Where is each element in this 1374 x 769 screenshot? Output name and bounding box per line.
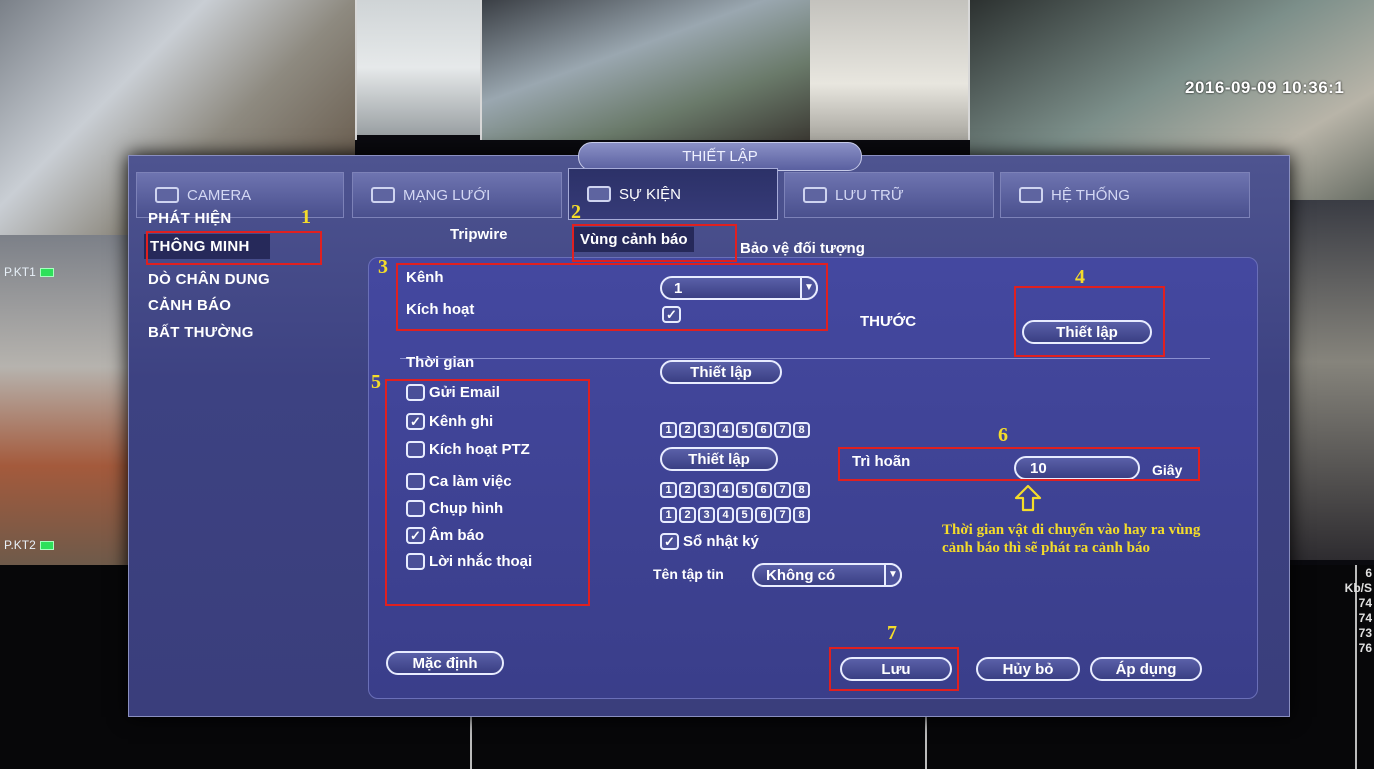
event-icon [587,186,611,202]
annotation-box-1 [146,231,322,265]
annotation-marker: 3 [378,256,388,278]
recording-icon [39,540,54,550]
grid-divider [925,715,927,769]
apply-button[interactable]: Áp dụng [1090,657,1202,681]
tour-channel-selector: 1 2 3 4 5 6 7 8 [660,482,810,498]
tab-storage[interactable]: LƯU TRỮ [784,172,994,218]
grid-divider [968,0,970,140]
channel-number[interactable]: 6 [755,507,772,523]
channel-number[interactable]: 6 [755,482,772,498]
camera-feed-3 [480,0,810,140]
subtab-tripwire[interactable]: Tripwire [450,226,508,243]
section-divider [400,358,1210,359]
annotation-marker: 2 [571,201,581,223]
grid-divider [355,0,357,140]
tab-label: HỆ THỐNG [1051,186,1130,204]
storage-icon [803,187,827,203]
sidemenu-item-abnormal[interactable]: BẤT THƯỜNG [148,324,254,341]
tab-label: SỰ KIỆN [619,185,681,203]
annotation-box-2 [572,224,737,262]
bandwidth-readout: 6 Kb/S 74 74 73 76 [1344,566,1372,655]
subtab-object-protection[interactable]: Bảo vệ đối tượng [740,240,865,257]
channel-number[interactable]: 1 [660,422,677,438]
grid-divider [470,715,472,769]
dialog-title: THIẾT LẬP [578,142,862,171]
ptz-setup-button[interactable]: Thiết lập [660,447,778,471]
file-value: Không có [766,567,836,584]
tab-label: CAMERA [187,186,252,204]
record-channel-selector: 1 2 3 4 5 6 7 8 [660,422,810,438]
default-button[interactable]: Mặc định [386,651,504,675]
channel-number[interactable]: 4 [717,507,734,523]
cancel-button[interactable]: Hủy bỏ [976,657,1080,681]
channel-number[interactable]: 5 [736,422,753,438]
channel-number[interactable]: 3 [698,507,715,523]
grid-divider [480,0,482,140]
annotation-box-5 [385,379,590,606]
tab-events[interactable]: SỰ KIỆN [568,168,778,220]
channel-number[interactable]: 8 [793,482,810,498]
camera-label: P.KT1 [4,265,54,279]
channel-number[interactable]: 5 [736,482,753,498]
sidemenu-item-face-detect[interactable]: DÒ CHÂN DUNG [148,271,270,288]
channel-number[interactable]: 8 [793,422,810,438]
tab-network[interactable]: MẠNG LƯỚI [352,172,562,218]
annotation-note: Thời gian vật di chuyển vào hay ra vùng … [942,522,1201,556]
log-option[interactable]: ✓ Sổ nhật ký [660,533,759,550]
channel-number[interactable]: 7 [774,507,791,523]
channel-number[interactable]: 7 [774,482,791,498]
channel-number[interactable]: 2 [679,422,696,438]
annotation-marker: 6 [998,424,1008,446]
up-arrow-icon [1014,484,1042,512]
annotation-box-6 [838,447,1200,481]
annotation-box-7 [829,647,959,691]
camera-icon [155,187,179,203]
system-icon [1019,187,1043,203]
snapshot-channel-selector: 1 2 3 4 5 6 7 8 [660,507,810,523]
annotation-marker: 5 [371,371,381,393]
channel-number[interactable]: 2 [679,482,696,498]
camera-label: P.KT2 [4,538,54,552]
channel-number[interactable]: 2 [679,507,696,523]
file-select[interactable]: Không có ▼ [752,563,902,587]
time-label: Thời gian [406,354,475,371]
channel-number[interactable]: 7 [774,422,791,438]
annotation-marker: 1 [301,206,311,228]
channel-number[interactable]: 3 [698,422,715,438]
recording-icon [39,267,54,277]
annotation-box-4 [1014,286,1165,357]
annotation-box-3 [396,263,828,331]
ruler-label: THƯỚC [860,313,917,330]
camera-feed-2 [355,0,480,135]
datetime-overlay: 2016-09-09 10:36:1 [1185,78,1345,97]
tab-label: LƯU TRỮ [835,186,904,204]
channel-number[interactable]: 4 [717,482,734,498]
time-setup-button[interactable]: Thiết lập [660,360,782,384]
channel-number[interactable]: 8 [793,507,810,523]
channel-number[interactable]: 5 [736,507,753,523]
channel-number[interactable]: 4 [717,422,734,438]
sidemenu-item-alarm[interactable]: CẢNH BÁO [148,297,231,314]
channel-number[interactable]: 1 [660,482,677,498]
channel-number[interactable]: 3 [698,482,715,498]
annotation-marker: 7 [887,622,897,644]
camera-feed-4 [810,0,970,140]
channel-number[interactable]: 1 [660,507,677,523]
tab-label: MẠNG LƯỚI [403,186,491,204]
channel-number[interactable]: 6 [755,422,772,438]
network-icon [371,187,395,203]
sidemenu-item-detection[interactable]: PHÁT HIỆN [148,210,232,227]
tab-system[interactable]: HỆ THỐNG [1000,172,1250,218]
annotation-marker: 4 [1075,266,1085,288]
checkbox[interactable]: ✓ [660,533,679,550]
file-label: Tên tập tin [653,566,724,582]
